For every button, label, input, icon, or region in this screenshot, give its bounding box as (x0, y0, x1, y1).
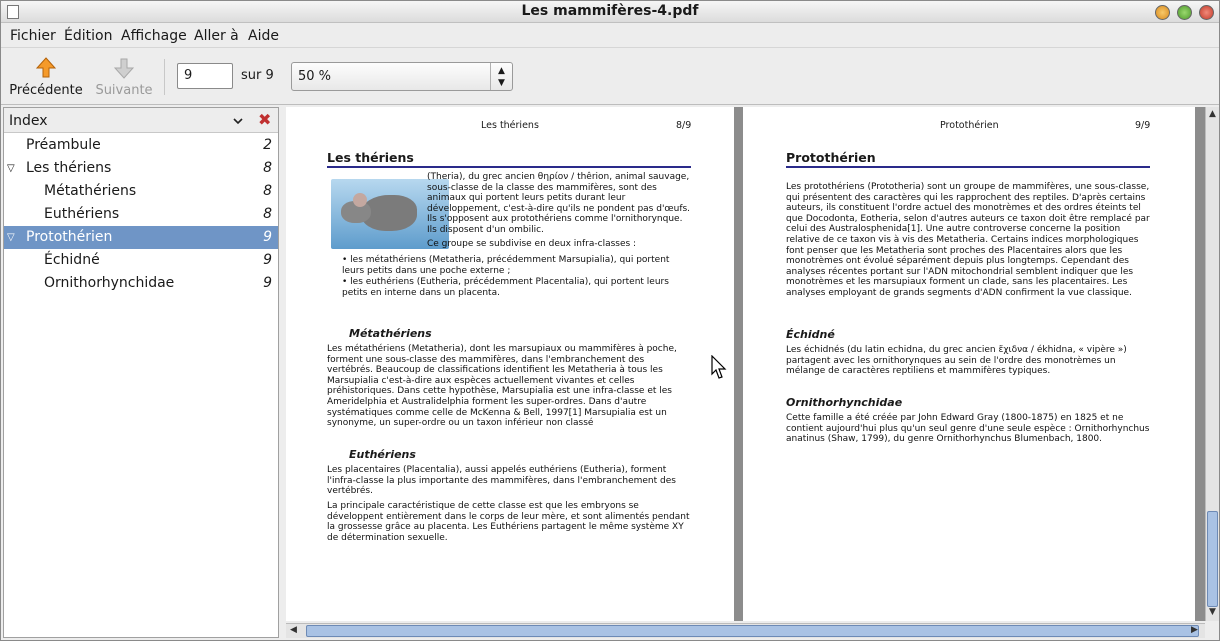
bullet-1-text: les métathériens (Metatheria, précédemme… (342, 255, 670, 276)
eutheriens-text-2: La principale caractéristique de cette c… (327, 501, 690, 543)
menu-edition[interactable]: Édition (64, 28, 112, 44)
index-item-page: 8 (263, 183, 272, 199)
expander-triangle-icon[interactable]: ▽ (7, 232, 15, 243)
eutheriens-text: Les placentaires (Placentalia), aussi ap… (327, 465, 676, 497)
section-title: Protothérien (786, 150, 1150, 168)
index-tree: Préambule 2 ▽ Les thériens 8 Métathériens 8 Eut… (4, 134, 278, 295)
toolbar: Précédente Suivante 9 sur 9 50 % ▲ ▼ (1, 49, 1219, 105)
scroll-left-icon[interactable]: ◀ (290, 625, 297, 635)
intro-text: (Theria), du grec ancien θηρίον / thêrio… (427, 172, 691, 235)
menu-fichier[interactable]: Fichier (10, 28, 56, 44)
close-icon[interactable] (1199, 5, 1214, 20)
next-label: Suivante (95, 83, 153, 98)
index-item[interactable]: Préambule 2 (4, 134, 278, 157)
index-item[interactable]: Échidné 9 (4, 249, 278, 272)
index-item-page: 8 (263, 206, 272, 222)
subdivision-text: Ce groupe se subdivise en deux infra-cla… (427, 239, 637, 249)
prototherien-text: Les protothériens (Prototheria) sont un … (786, 182, 1150, 298)
index-item-page: 9 (263, 229, 272, 245)
index-item-label: Échidné (44, 252, 100, 268)
zoom-select[interactable]: 50 % ▲ ▼ (291, 62, 513, 91)
scroll-right-icon[interactable]: ▶ (1191, 625, 1198, 635)
index-item-label: Ornithorhynchidae (44, 275, 175, 291)
page-number: 8/9 (676, 120, 692, 131)
subsection-title: Ornithorhynchidae (786, 396, 903, 409)
page-number-input[interactable]: 9 (177, 63, 233, 89)
index-item-label: Les thériens (26, 160, 112, 176)
zoom-value: 50 % (298, 69, 332, 84)
page-8: Les thériens 8/9 Les thériens (Theria), … (286, 107, 734, 621)
ornithorhynchidae-text: Cette famille a été créée par John Edwar… (786, 413, 1150, 445)
horizontal-scroll-thumb[interactable] (306, 625, 1199, 637)
window-title: Les mammifères-4.pdf (521, 3, 699, 19)
index-item-label: Métathériens (44, 183, 137, 199)
subsection-title: Échidné (786, 328, 835, 341)
echidne-text: Les échidnés (du latin echidna, du grec … (786, 345, 1127, 377)
subsection-title: Euthériens (349, 448, 416, 461)
previous-label: Précédente (9, 83, 83, 98)
pdf-viewer-window: Les mammifères-4.pdf Fichier Édition Aff… (0, 0, 1220, 641)
page-header: Les thériens (481, 120, 539, 131)
scroll-down-icon[interactable]: ▼ (1209, 607, 1216, 617)
index-item[interactable]: ▽ Les thériens 8 (4, 157, 278, 180)
index-item-page: 2 (263, 137, 272, 153)
index-item-page: 9 (263, 252, 272, 268)
page-total: sur 9 (241, 68, 274, 83)
menu-aller-a[interactable]: Aller à (194, 28, 239, 44)
mouse-pointer-icon (711, 355, 727, 379)
chevron-down-icon[interactable] (232, 115, 244, 127)
toolbar-separator (164, 59, 165, 95)
index-item[interactable]: ▽ Protothérien 9 (4, 226, 278, 249)
previous-page-button[interactable]: Précédente (7, 55, 85, 101)
maximize-icon[interactable] (1177, 5, 1192, 20)
index-item[interactable]: Métathériens 8 (4, 180, 278, 203)
section-title: Les thériens (327, 150, 691, 168)
menu-aide[interactable]: Aide (248, 28, 279, 44)
menu-affichage[interactable]: Affichage (121, 28, 187, 44)
scroll-up-icon[interactable]: ▲ (1209, 109, 1216, 119)
title-bar: Les mammifères-4.pdf (1, 1, 1219, 23)
close-sidebar-icon[interactable]: ✖ (258, 110, 271, 129)
bullet-eutheriens: • les euthériens (Eutheria, précédemment… (342, 277, 669, 298)
arrow-down-icon (114, 58, 134, 79)
index-item-page: 9 (263, 275, 272, 291)
index-item-page: 8 (263, 160, 272, 176)
spin-arrows-icon[interactable]: ▲ ▼ (490, 63, 512, 90)
index-item[interactable]: Ornithorhynchidae 9 (4, 272, 278, 295)
bullet-2-text: les euthériens (Eutheria, précédemment P… (342, 277, 669, 298)
index-item-label: Préambule (26, 137, 101, 153)
minimize-icon[interactable] (1155, 5, 1170, 20)
next-page-button[interactable]: Suivante (85, 55, 163, 101)
sidebar-header: Index ✖ (4, 108, 278, 133)
index-item-label: Protothérien (26, 229, 113, 245)
vertical-scrollbar[interactable]: ▲ ▼ (1205, 107, 1219, 621)
sidebar-title: Index (9, 113, 48, 129)
index-item-label: Euthériens (44, 206, 120, 222)
vertical-scroll-thumb[interactable] (1207, 511, 1218, 607)
document-view: Les thériens 8/9 Les thériens (Theria), … (286, 107, 1205, 621)
expander-triangle-icon[interactable]: ▽ (7, 163, 15, 174)
index-sidebar: Index ✖ Préambule 2 ▽ Les thériens 8 Métathér… (3, 107, 279, 638)
page-header: Protothérien (940, 120, 999, 131)
index-item[interactable]: Euthériens 8 (4, 203, 278, 226)
page-number: 9/9 (1135, 120, 1151, 131)
horizontal-scrollbar[interactable]: ◀ ▶ (286, 623, 1205, 638)
bullet-metatheriens: • les métathériens (Metatheria, précédem… (342, 255, 670, 276)
subsection-title: Métathériens (349, 327, 432, 340)
arrow-up-icon (36, 57, 56, 78)
menu-bar: Fichier Édition Affichage Aller à Aide (1, 24, 1219, 48)
metatheriens-text: Les métathériens (Metatheria), dont les … (327, 344, 677, 429)
page-9: Protothérien 9/9 Protothérien Les protot… (743, 107, 1195, 621)
